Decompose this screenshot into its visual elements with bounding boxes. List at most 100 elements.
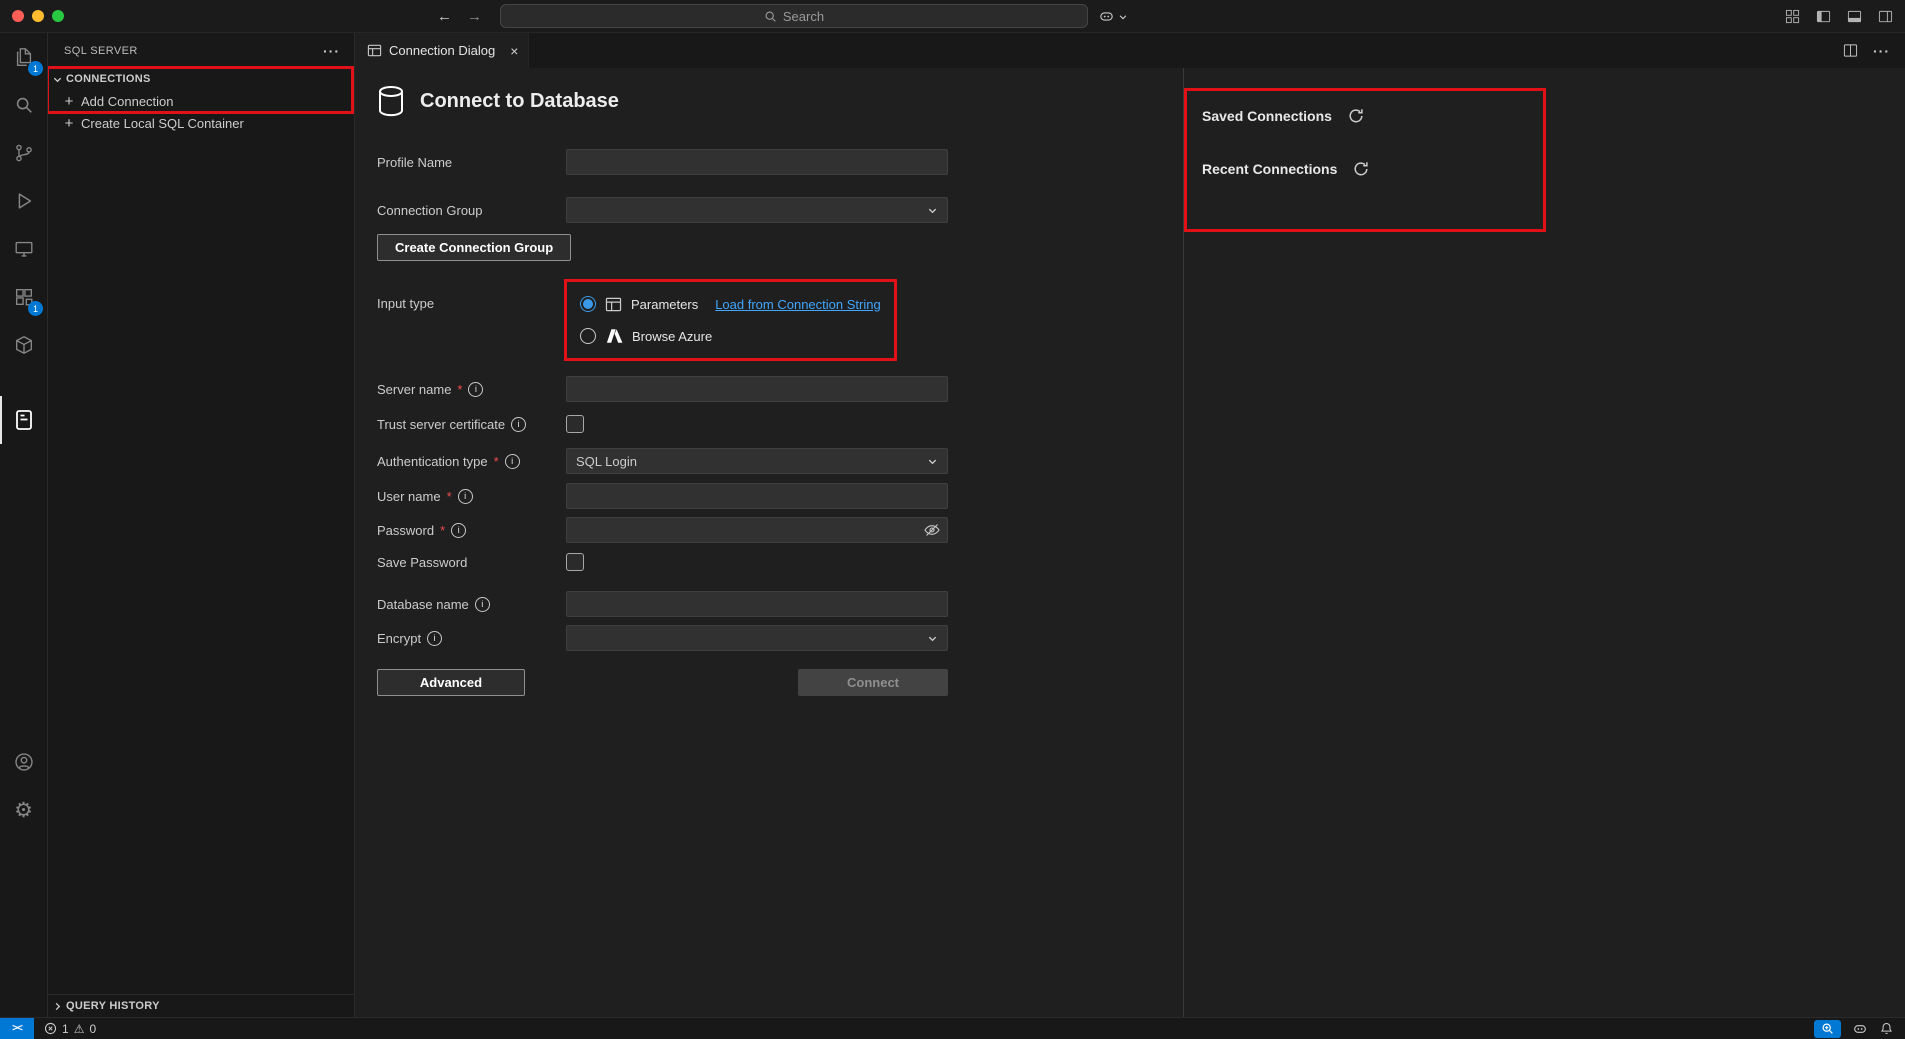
info-icon: i bbox=[468, 382, 483, 397]
azure-icon bbox=[605, 328, 623, 344]
recent-connections-label: Recent Connections bbox=[1202, 161, 1337, 177]
trust-server-certificate-checkbox[interactable] bbox=[566, 415, 584, 433]
maximize-window-button[interactable] bbox=[52, 10, 64, 22]
toggle-panel-icon[interactable] bbox=[1847, 9, 1862, 24]
create-connection-group-row: Create Connection Group bbox=[377, 234, 1183, 261]
sidebar-more-actions-icon[interactable]: ··· bbox=[323, 44, 340, 58]
save-password-row: Save Password bbox=[377, 553, 1183, 571]
sidebar-item-create-local-sql-container[interactable]: + Create Local SQL Container bbox=[48, 112, 354, 134]
connect-button[interactable]: Connect bbox=[798, 669, 948, 696]
database-name-input[interactable] bbox=[566, 591, 948, 617]
activity-source-control[interactable] bbox=[0, 129, 47, 177]
authentication-type-select[interactable]: SQL Login bbox=[566, 448, 948, 474]
back-icon[interactable]: ← bbox=[437, 8, 452, 25]
sidebar: SQL SERVER ··· CONNECTIONS + Add Connect… bbox=[48, 33, 355, 1017]
problems-status[interactable]: 1 ⚠ 0 bbox=[44, 1022, 96, 1036]
search-input[interactable]: Search bbox=[500, 4, 1088, 28]
database-name-label: Database name bbox=[377, 597, 469, 612]
activity-accounts[interactable] bbox=[0, 738, 47, 786]
connection-group-select[interactable] bbox=[566, 197, 948, 223]
copilot-icon bbox=[1098, 8, 1115, 25]
query-history-header[interactable]: QUERY HISTORY bbox=[48, 995, 354, 1017]
minimize-window-button[interactable] bbox=[32, 10, 44, 22]
copilot-menu-button[interactable] bbox=[1098, 0, 1128, 33]
tab-label: Connection Dialog bbox=[389, 43, 495, 58]
connection-group-row: Connection Group bbox=[377, 197, 1183, 223]
dialog-title: Connect to Database bbox=[420, 90, 619, 113]
activity-bar: 1 1 bbox=[0, 33, 48, 1017]
toggle-sidebar-icon[interactable] bbox=[1816, 9, 1831, 24]
profile-name-label: Profile Name bbox=[377, 155, 452, 170]
parameters-radio[interactable] bbox=[580, 296, 596, 312]
notifications-bell-icon[interactable] bbox=[1879, 1021, 1894, 1036]
activity-settings[interactable]: ⚙ bbox=[0, 786, 47, 834]
remote-explorer-icon bbox=[13, 238, 35, 260]
query-history-section: QUERY HISTORY bbox=[48, 994, 354, 1017]
annotation-box-connections: CONNECTIONS + Add Connection bbox=[48, 68, 352, 112]
dialog-heading: Connect to Database bbox=[377, 85, 1183, 117]
sidebar-item-add-connection[interactable]: + Add Connection bbox=[48, 90, 352, 112]
activity-database-projects[interactable] bbox=[0, 321, 47, 369]
recent-connections-refresh-button[interactable] bbox=[1353, 161, 1369, 177]
tab-connection-dialog[interactable]: Connection Dialog × bbox=[355, 33, 529, 68]
copilot-status-icon[interactable] bbox=[1852, 1021, 1868, 1037]
search-icon bbox=[764, 10, 777, 23]
editor-content: Connect to Database Profile Name Connect… bbox=[355, 68, 1905, 1017]
customize-layout-icon[interactable] bbox=[1785, 9, 1800, 24]
parameters-label: Parameters bbox=[631, 297, 698, 312]
close-tab-icon[interactable]: × bbox=[510, 43, 518, 59]
activity-search[interactable] bbox=[0, 81, 47, 129]
remote-icon: >< bbox=[12, 1023, 22, 1034]
profile-name-row: Profile Name bbox=[377, 149, 1183, 175]
sidebar-header: SQL SERVER ··· bbox=[48, 33, 354, 68]
toggle-secondary-sidebar-icon[interactable] bbox=[1878, 9, 1893, 24]
source-control-icon bbox=[13, 142, 35, 164]
chevron-right-icon bbox=[48, 1001, 66, 1012]
remote-indicator[interactable]: >< bbox=[0, 1018, 34, 1039]
add-icon: + bbox=[61, 115, 77, 132]
activity-extensions[interactable]: 1 bbox=[0, 273, 47, 321]
server-name-input[interactable] bbox=[566, 376, 948, 402]
user-name-input[interactable] bbox=[566, 483, 948, 509]
info-icon: i bbox=[427, 631, 442, 646]
info-icon: i bbox=[458, 489, 473, 504]
info-icon: i bbox=[475, 597, 490, 612]
create-connection-group-button[interactable]: Create Connection Group bbox=[377, 234, 571, 261]
connection-dialog-tab-icon bbox=[367, 43, 382, 58]
browse-azure-radio[interactable] bbox=[580, 328, 596, 344]
forward-icon[interactable]: → bbox=[467, 8, 482, 25]
connections-section-label: CONNECTIONS bbox=[66, 73, 151, 85]
chevron-down-icon bbox=[927, 205, 938, 216]
password-input[interactable] bbox=[566, 517, 948, 543]
connection-group-label: Connection Group bbox=[377, 203, 483, 218]
activity-sql-server[interactable] bbox=[0, 396, 47, 444]
search-placeholder: Search bbox=[783, 9, 824, 24]
required-marker: * bbox=[447, 489, 452, 504]
close-window-button[interactable] bbox=[12, 10, 24, 22]
split-editor-icon[interactable] bbox=[1843, 43, 1858, 58]
window-controls bbox=[12, 10, 64, 22]
load-from-connection-string-link[interactable]: Load from Connection String bbox=[715, 297, 880, 312]
gear-icon: ⚙ bbox=[14, 800, 33, 821]
connections-section-header[interactable]: CONNECTIONS bbox=[48, 68, 352, 90]
error-icon bbox=[44, 1022, 57, 1035]
activity-remote-explorer[interactable] bbox=[0, 225, 47, 273]
editor-group: Connection Dialog × ··· bbox=[355, 33, 1905, 1017]
encrypt-select[interactable] bbox=[566, 625, 948, 651]
browse-azure-label: Browse Azure bbox=[632, 329, 712, 344]
input-type-label: Input type bbox=[377, 296, 434, 311]
activity-explorer[interactable]: 1 bbox=[0, 33, 47, 81]
toggle-password-visibility-icon[interactable] bbox=[924, 522, 940, 538]
connections-side-panel: Saved Connections Recent Connections bbox=[1183, 68, 1905, 1017]
activity-run-debug[interactable] bbox=[0, 177, 47, 225]
query-history-label: QUERY HISTORY bbox=[66, 1000, 160, 1012]
zoom-status-button[interactable] bbox=[1814, 1020, 1841, 1038]
server-name-row: Server name * i bbox=[377, 376, 1183, 402]
saved-connections-refresh-button[interactable] bbox=[1348, 108, 1364, 124]
password-label: Password bbox=[377, 523, 434, 538]
info-icon: i bbox=[505, 454, 520, 469]
save-password-checkbox[interactable] bbox=[566, 553, 584, 571]
profile-name-input[interactable] bbox=[566, 149, 948, 175]
advanced-button[interactable]: Advanced bbox=[377, 669, 525, 696]
editor-more-actions-icon[interactable]: ··· bbox=[1873, 44, 1890, 58]
